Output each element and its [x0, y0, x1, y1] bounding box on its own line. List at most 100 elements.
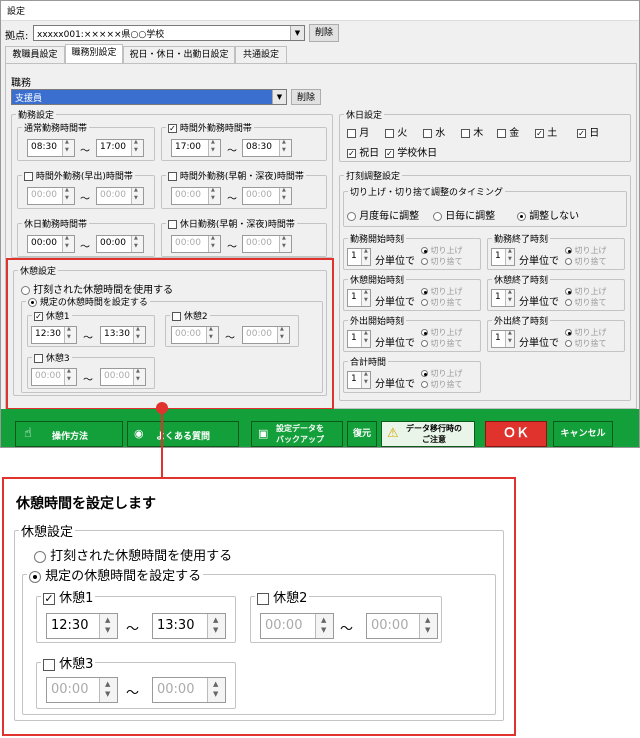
holiday-end-spinner[interactable]: 00:00 — [96, 235, 144, 253]
spinner-arrows-icon[interactable] — [131, 139, 143, 156]
spinner-arrows-icon[interactable] — [133, 368, 145, 385]
spinner-arrows-icon[interactable] — [133, 326, 145, 343]
round-up-radio[interactable]: 切り上げ — [421, 368, 463, 379]
out-start-unit-spinner[interactable]: 1 — [347, 330, 371, 348]
spinner-arrows-icon[interactable] — [99, 614, 117, 638]
early-end-spinner[interactable]: 00:00 — [96, 187, 144, 205]
total-unit-spinner[interactable]: 1 — [347, 371, 371, 389]
spinner-arrows-icon[interactable] — [208, 235, 220, 252]
out-end-unit-spinner[interactable]: 1 — [491, 330, 515, 348]
spinner-arrows-icon[interactable] — [62, 187, 74, 204]
ok-button[interactable]: ＯＫ — [485, 421, 547, 447]
break-end-unit-spinner[interactable]: 1 — [491, 289, 515, 307]
tab-holiday[interactable]: 祝日・休日・出勤日設定 — [123, 46, 235, 63]
break2-start-spinner[interactable]: 00:00 — [171, 326, 219, 344]
spinner-arrows-icon[interactable] — [207, 614, 225, 638]
holiday-early-end-spinner[interactable]: 00:00 — [242, 235, 292, 253]
migration-notice-button[interactable]: ⚠ データ移行時の ご注意 — [381, 421, 475, 447]
tab-duty[interactable]: 職務別設定 — [65, 44, 123, 63]
day-checkbox-wed[interactable]: 水 — [423, 124, 445, 139]
round-up-radio[interactable]: 切り上げ — [565, 286, 607, 297]
spinner-arrows-icon[interactable] — [505, 289, 514, 306]
callout-break2-end-spinner[interactable]: 00:00 — [366, 613, 438, 639]
holiday-early-start-spinner[interactable]: 00:00 — [171, 235, 221, 253]
callout-use-stamped-radio[interactable]: 打刻された休憩時間を使用する — [34, 545, 232, 564]
use-fixed-radio[interactable]: 規定の休憩時間を設定する — [26, 295, 150, 308]
normal-start-spinner[interactable]: 08:30 — [27, 139, 75, 157]
spinner-arrows-icon[interactable] — [99, 678, 117, 702]
break-start-unit-spinner[interactable]: 1 — [347, 289, 371, 307]
callout-use-fixed-radio[interactable]: 規定の休憩時間を設定する — [27, 565, 203, 584]
timing-monthly-radio[interactable]: 月度毎に調整 — [347, 207, 419, 222]
day-checkbox-tue[interactable]: 火 — [385, 124, 407, 139]
timing-daily-radio[interactable]: 日毎に調整 — [433, 207, 495, 222]
spinner-arrows-icon[interactable] — [207, 678, 225, 702]
faq-button[interactable]: ◉ よくある質問 — [127, 421, 239, 447]
spinner-arrows-icon[interactable] — [505, 330, 514, 347]
callout-break3-checkbox[interactable] — [43, 658, 55, 671]
spinner-arrows-icon[interactable] — [64, 368, 76, 385]
spinner-arrows-icon[interactable] — [62, 139, 74, 156]
spinner-arrows-icon[interactable] — [279, 187, 291, 204]
public-holiday-checkbox[interactable]: ✓ 祝日 — [347, 144, 379, 159]
callout-break1-start-spinner[interactable]: 12:30 — [46, 613, 118, 639]
overtime-end-spinner[interactable]: 08:30 — [242, 139, 292, 157]
callout-break3-start-spinner[interactable]: 00:00 — [46, 677, 118, 703]
round-up-radio[interactable]: 切り上げ — [421, 327, 463, 338]
school-holiday-checkbox[interactable]: ✓ 学校休日 — [385, 144, 437, 159]
spinner-arrows-icon[interactable] — [361, 248, 370, 265]
round-up-radio[interactable]: 切り上げ — [421, 245, 463, 256]
spinner-arrows-icon[interactable] — [131, 187, 143, 204]
round-down-radio[interactable]: 切り捨て — [421, 338, 463, 349]
spinner-arrows-icon[interactable] — [361, 371, 370, 388]
break1-start-spinner[interactable]: 12:30 — [31, 326, 77, 344]
callout-break1-end-spinner[interactable]: 13:30 — [152, 613, 226, 639]
normal-end-spinner[interactable]: 17:00 — [96, 139, 144, 157]
overtime-start-spinner[interactable]: 17:00 — [171, 139, 221, 157]
round-down-radio[interactable]: 切り捨て — [565, 338, 607, 349]
day-checkbox-sun[interactable]: ✓ 日 — [577, 124, 599, 139]
round-down-radio[interactable]: 切り捨て — [565, 256, 607, 267]
spinner-arrows-icon[interactable] — [277, 326, 289, 343]
tab-staff[interactable]: 教職員設定 — [5, 46, 65, 63]
break3-end-spinner[interactable]: 00:00 — [100, 368, 146, 386]
spinner-arrows-icon[interactable] — [505, 248, 514, 265]
work-start-unit-spinner[interactable]: 1 — [347, 248, 371, 266]
callout-break1-checkbox[interactable]: ✓ — [43, 592, 55, 605]
break1-end-spinner[interactable]: 13:30 — [100, 326, 146, 344]
work-end-unit-spinner[interactable]: 1 — [491, 248, 515, 266]
duty-select[interactable]: 支援員 ▼ — [11, 89, 287, 105]
break3-start-spinner[interactable]: 00:00 — [31, 368, 77, 386]
overtime-checkbox[interactable]: ✓ — [168, 124, 177, 133]
duty-delete-button[interactable]: 削除 — [291, 89, 321, 105]
break2-checkbox[interactable] — [172, 312, 181, 321]
spinner-arrows-icon[interactable] — [279, 139, 291, 156]
use-stamped-radio[interactable]: 打刻された休憩時間を使用する — [21, 281, 173, 296]
howto-button[interactable]: ☝ 操作方法 — [15, 421, 123, 447]
tab-common[interactable]: 共通設定 — [235, 46, 287, 63]
early-deep-end-spinner[interactable]: 00:00 — [242, 187, 292, 205]
round-down-radio[interactable]: 切り捨て — [421, 297, 463, 308]
round-up-radio[interactable]: 切り上げ — [565, 245, 607, 256]
restore-button[interactable]: 復元 — [347, 421, 377, 447]
location-delete-button[interactable]: 削除 — [309, 24, 339, 42]
round-down-radio[interactable]: 切り捨て — [421, 379, 463, 390]
early-deep-start-spinner[interactable]: 00:00 — [171, 187, 221, 205]
spinner-arrows-icon[interactable] — [206, 326, 218, 343]
timing-none-radio[interactable]: 調整しない — [517, 207, 579, 222]
cancel-button[interactable]: キャンセル — [553, 421, 613, 447]
break2-end-spinner[interactable]: 00:00 — [242, 326, 290, 344]
round-up-radio[interactable]: 切り上げ — [565, 327, 607, 338]
backup-button[interactable]: ▣ 設定データを バックアップ — [251, 421, 343, 447]
spinner-arrows-icon[interactable] — [361, 289, 370, 306]
spinner-arrows-icon[interactable] — [419, 614, 437, 638]
round-up-radio[interactable]: 切り上げ — [421, 286, 463, 297]
early-start-spinner[interactable]: 00:00 — [27, 187, 75, 205]
spinner-arrows-icon[interactable] — [62, 235, 74, 252]
day-checkbox-sat[interactable]: ✓ 土 — [535, 124, 557, 139]
break3-checkbox[interactable] — [34, 354, 43, 363]
day-checkbox-fri[interactable]: 金 — [497, 124, 519, 139]
callout-break2-checkbox[interactable] — [257, 592, 269, 605]
holiday-start-spinner[interactable]: 00:00 — [27, 235, 75, 253]
spinner-arrows-icon[interactable] — [361, 330, 370, 347]
